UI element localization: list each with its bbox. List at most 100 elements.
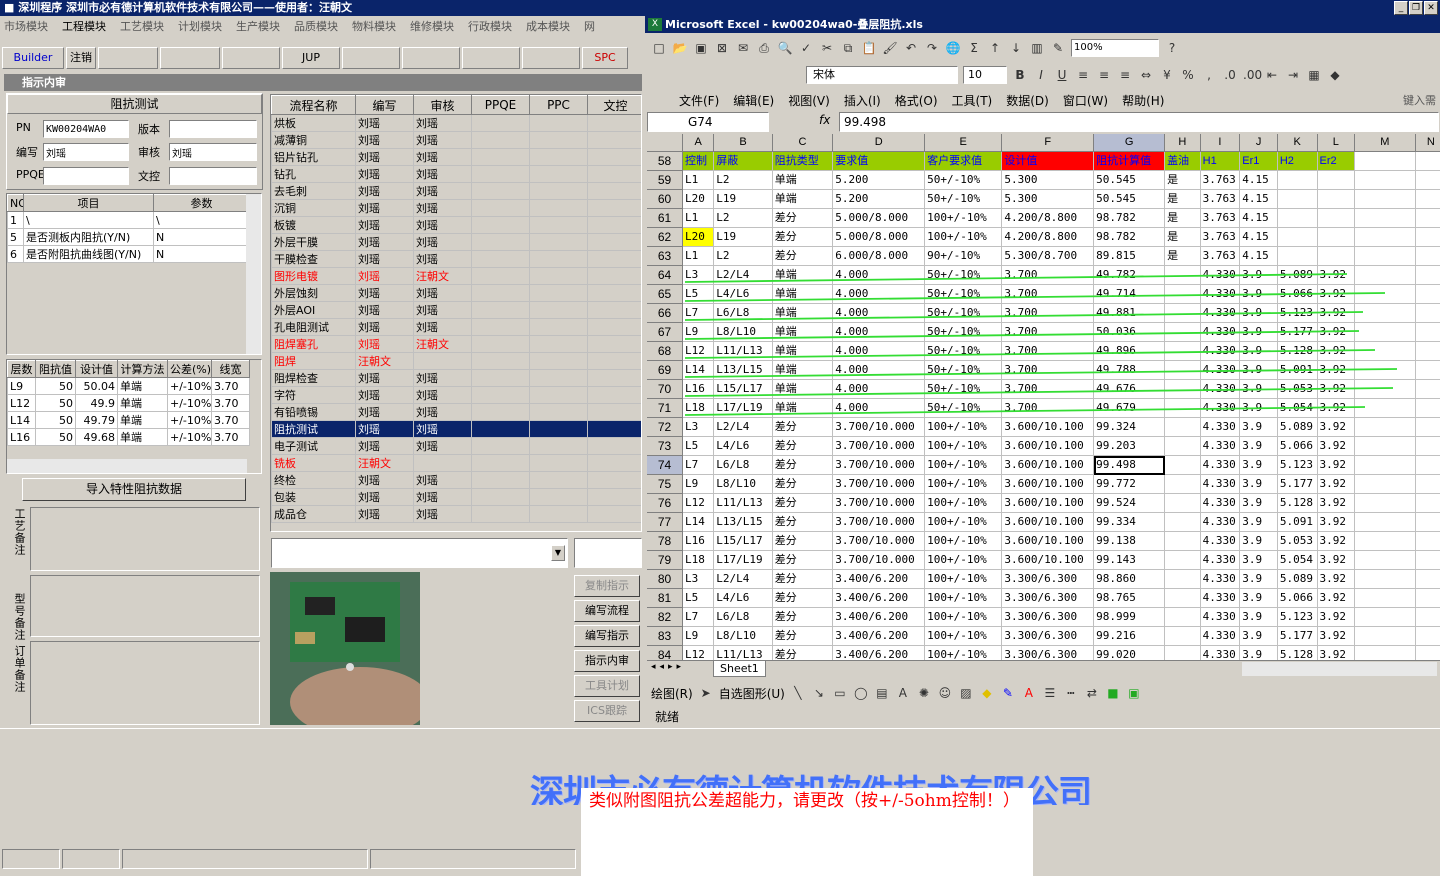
layers-row[interactable]: L16 50 49.68 单端 +/-10% 3.70	[7, 428, 250, 446]
side-button[interactable]: 指示内审	[574, 650, 640, 672]
font-size-select[interactable]: 10	[963, 66, 1007, 84]
paste-icon[interactable]: 📋	[861, 40, 877, 56]
email-icon[interactable]: ✉	[735, 40, 751, 56]
layers-header[interactable]: 公差(%)	[167, 360, 212, 378]
picture-icon[interactable]: ▨	[958, 685, 974, 701]
flow-row[interactable]: 钻孔 刘瑶 刘瑶	[271, 165, 641, 183]
layers-header[interactable]: 设计值	[75, 360, 118, 378]
flow-row[interactable]: 烘板 刘瑶 刘瑶	[271, 114, 641, 132]
jup-button[interactable]: JUP	[282, 47, 340, 69]
params-header[interactable]: 参数	[153, 194, 250, 212]
format-painter-icon[interactable]: 🖌	[882, 40, 898, 56]
flow-row[interactable]: 阻焊检查 刘瑶 刘瑶	[271, 369, 641, 387]
excel-restore-icon[interactable]: ❐	[1409, 1, 1423, 15]
select-pointer-icon[interactable]: ➤	[698, 685, 714, 701]
3d-icon[interactable]: ▣	[1126, 685, 1142, 701]
autosum-icon[interactable]: Σ	[966, 40, 982, 56]
layers-header[interactable]: 线宽	[211, 360, 250, 378]
review-input[interactable]	[169, 143, 257, 161]
underline-icon[interactable]: U	[1054, 67, 1070, 83]
params-row[interactable]: 6 是否附阻抗曲线图(Y/N) N	[7, 245, 250, 263]
author-input[interactable]	[43, 143, 129, 161]
flow-row[interactable]: 去毛刺 刘瑶 刘瑶	[271, 182, 641, 200]
flow-dropdown[interactable]: ▼	[271, 538, 568, 568]
module-menu-item[interactable]: 工艺模块	[120, 17, 164, 37]
module-menu-item[interactable]: 生产模块	[236, 17, 280, 37]
wordart-icon[interactable]: A	[895, 685, 911, 701]
flow-row[interactable]: 外层干膜 刘瑶 刘瑶	[271, 233, 641, 251]
flow-header[interactable]: PPC	[529, 95, 588, 115]
module-menu-item[interactable]: 网	[584, 17, 595, 37]
textbox-icon[interactable]: ▤	[874, 685, 890, 701]
flow-header[interactable]: PPQE	[471, 95, 530, 115]
layers-hscrollbar[interactable]	[7, 459, 247, 473]
print-preview-icon[interactable]: 🔍	[777, 40, 793, 56]
layers-row[interactable]: L9 50 50.04 单端 +/-10% 3.70	[7, 377, 250, 395]
rectangle-icon[interactable]: ▭	[832, 685, 848, 701]
new-file-icon[interactable]: □	[651, 40, 667, 56]
excel-menu-item[interactable]: 编辑(E)	[733, 92, 774, 109]
chevron-down-icon[interactable]: ▼	[551, 545, 565, 561]
autoshape-menu[interactable]: 自选图形(U)	[719, 685, 785, 702]
flow-row[interactable]: 有铅喷锡 刘瑶 刘瑶	[271, 403, 641, 421]
comma-icon[interactable]: ,	[1201, 67, 1217, 83]
params-row[interactable]: 5 是否测板内阻抗(Y/N) N	[7, 228, 250, 246]
report-icon[interactable]	[98, 47, 158, 69]
bold-icon[interactable]: B	[1012, 67, 1028, 83]
font-color-icon[interactable]: A	[1021, 685, 1037, 701]
params-scrollbar[interactable]	[246, 194, 261, 354]
fx-icon[interactable]: fx	[819, 113, 830, 127]
flow-aux-field[interactable]	[574, 538, 642, 568]
module-menu-item[interactable]: 品质模块	[294, 17, 338, 37]
sort-asc-icon[interactable]: ↑	[987, 40, 1003, 56]
oval-icon[interactable]: ◯	[853, 685, 869, 701]
fill-color-icon[interactable]: ◆	[1327, 67, 1343, 83]
redo-icon[interactable]: ↷	[924, 40, 940, 56]
spelling-icon[interactable]: ✓	[798, 40, 814, 56]
order-remark-field[interactable]	[30, 641, 260, 725]
flow-row[interactable]: 包装 刘瑶 刘瑶	[271, 488, 641, 506]
arrow-style-icon[interactable]: ⇄	[1084, 685, 1100, 701]
flow-header[interactable]: 编写	[355, 95, 414, 115]
side-button[interactable]: ICS跟踪	[574, 700, 640, 722]
flow-row[interactable]: 沉铜 刘瑶 刘瑶	[271, 199, 641, 217]
flow-row[interactable]: 孔电阻测试 刘瑶 刘瑶	[271, 318, 641, 336]
decrease-indent-icon[interactable]: ⇤	[1264, 67, 1280, 83]
permission-icon[interactable]: ⊠	[714, 40, 730, 56]
model-remark-field[interactable]	[30, 575, 260, 637]
builder-button[interactable]: Builder	[2, 47, 64, 69]
side-button[interactable]: 编写指示	[574, 625, 640, 647]
computer-icon[interactable]	[522, 47, 580, 69]
view-icon[interactable]	[342, 47, 400, 69]
layers-header[interactable]: 阻抗值	[35, 360, 76, 378]
excel-menu-item[interactable]: 数据(D)	[1006, 92, 1049, 109]
flow-row[interactable]: 阻焊塞孔 刘瑶 汪朝文	[271, 335, 641, 353]
formula-input[interactable]: 99.498	[839, 112, 1439, 132]
sort-desc-icon[interactable]: ↓	[1008, 40, 1024, 56]
excel-menu-item[interactable]: 文件(F)	[679, 92, 719, 109]
module-menu-item[interactable]: 维修模块	[410, 17, 454, 37]
module-menu-item[interactable]: 计划模块	[178, 17, 222, 37]
percent-icon[interactable]: %	[1180, 67, 1196, 83]
merge-center-icon[interactable]: ⇔	[1138, 67, 1154, 83]
undo-icon[interactable]: ↶	[903, 40, 919, 56]
excel-menu-item[interactable]: 插入(I)	[844, 92, 881, 109]
align-center-icon[interactable]: ≡	[1096, 67, 1112, 83]
drawing-icon[interactable]: ✎	[1050, 40, 1066, 56]
align-right-icon[interactable]: ≡	[1117, 67, 1133, 83]
params-header[interactable]: 项目	[23, 194, 154, 212]
flow-row[interactable]: 铝片钻孔 刘瑶 刘瑶	[271, 148, 641, 166]
decrease-decimal-icon[interactable]: .00	[1243, 67, 1262, 83]
flow-row[interactable]: 图形电镀 刘瑶 汪朝文	[271, 267, 641, 285]
flow-row[interactable]: 终检 刘瑶 刘瑶	[271, 471, 641, 489]
version-input[interactable]	[169, 120, 257, 138]
flow-row[interactable]: 电子测试 刘瑶 刘瑶	[271, 437, 641, 455]
ppqe-input[interactable]	[43, 167, 129, 185]
excel-close-icon[interactable]: ✕	[1424, 1, 1438, 15]
side-button[interactable]: 工具计划	[574, 675, 640, 697]
excel-menu-item[interactable]: 视图(V)	[788, 92, 830, 109]
hyperlink-icon[interactable]: 🌐	[945, 40, 961, 56]
spc-button[interactable]: SPC	[582, 47, 628, 69]
layers-header[interactable]: 层数	[7, 360, 36, 378]
sheet-nav-icon[interactable]: ◂◂▸▸	[651, 662, 685, 672]
